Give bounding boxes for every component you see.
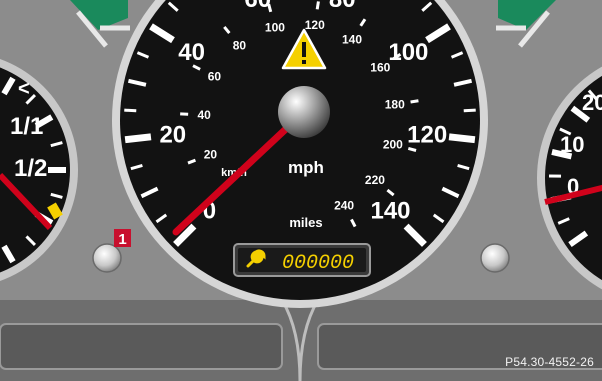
speed-tick [463,108,476,113]
trip-reset-button[interactable] [92,243,122,273]
fuel-label-reserve: < [18,78,30,100]
kmh-label-220: 220 [365,173,385,187]
mph-label-60: 60 [244,0,271,13]
fuel-label-full: 1/1 [10,113,43,140]
callout-badge: 1 [114,229,131,248]
odometer-label: miles [289,215,322,230]
service-display-value: 000000 [282,252,354,275]
kmh-label-200: 200 [383,137,403,151]
kmh-label-80: 80 [233,39,247,53]
kmh-tick [410,99,419,104]
kmh-label-140: 140 [342,32,362,46]
kmh-label-100: 100 [265,20,285,34]
kmh-label-120: 120 [305,18,325,32]
mph-label-20: 20 [159,121,186,148]
kmh-label-40: 40 [197,108,211,122]
tach-label-20: 20 [582,90,602,115]
kmh-label-240: 240 [334,198,354,212]
mph-label-120: 120 [407,121,447,148]
mph-label-40: 40 [178,39,205,66]
cluster-drawing: < 1/1 1/2 20 10 0 020406080100120140 204… [0,0,602,381]
callout-number: 1 [118,231,126,248]
speed-tick [124,108,137,113]
kmh-label-20: 20 [204,147,218,161]
instrument-cluster: < 1/1 1/2 20 10 0 020406080100120140 204… [0,0,602,381]
service-display: 000000 [233,243,371,277]
mph-unit-label: mph [288,158,324,177]
figure-reference: P54.30-4552-26 [505,355,594,369]
kmh-label-60: 60 [208,70,222,84]
fuel-label-half: 1/2 [14,155,47,182]
mph-label-140: 140 [370,198,410,225]
mph-label-100: 100 [388,39,428,66]
mph-label-80: 80 [329,0,356,13]
kmh-tick [267,3,273,13]
kmh-tick [407,147,417,152]
speed-tick [124,133,152,144]
lower-display-left [0,323,283,370]
right-reset-button[interactable] [480,243,510,273]
speed-tick [448,133,476,144]
kmh-label-160: 160 [370,60,390,74]
kmh-label-180: 180 [385,98,405,112]
needle-hub [278,86,330,138]
kmh-tick [315,1,320,10]
tach-label-10: 10 [560,132,584,157]
